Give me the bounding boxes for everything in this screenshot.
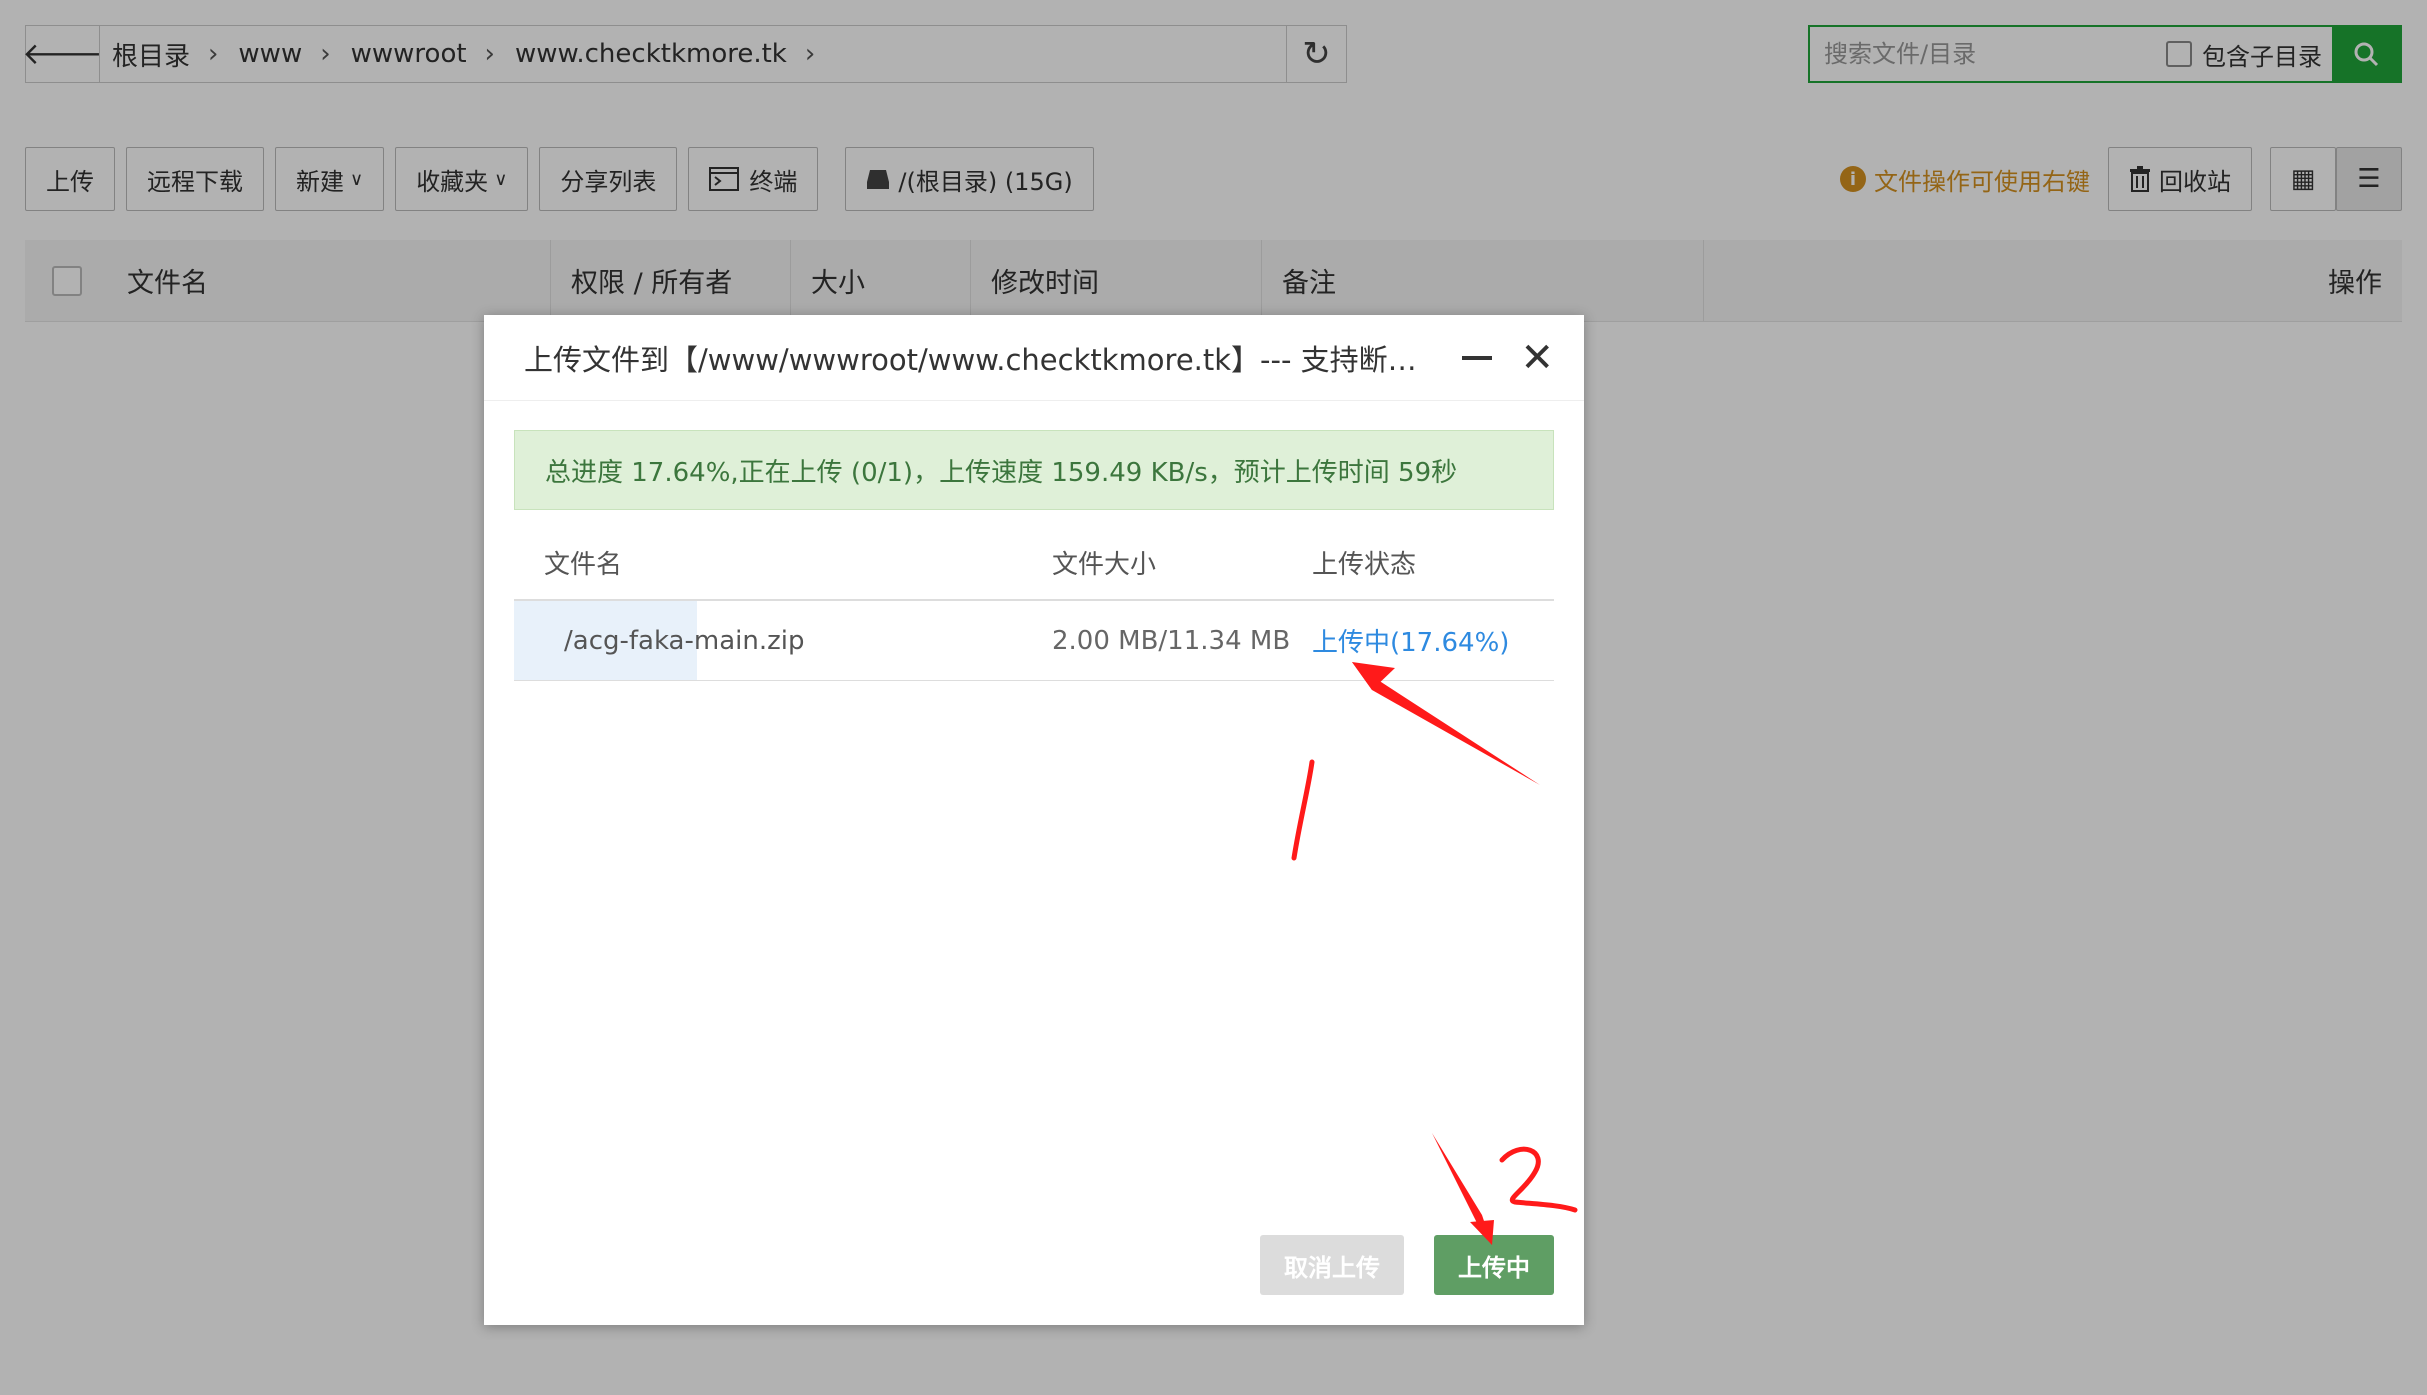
cancel-upload-button[interactable]: 取消上传 [1260, 1235, 1404, 1295]
dialog-title: 上传文件到【/www/wwwroot/www.checktkmore.tk】--… [524, 342, 1433, 377]
minimize-icon[interactable] [1462, 355, 1493, 360]
upload-dialog: 上传文件到【/www/wwwroot/www.checktkmore.tk】--… [484, 315, 1584, 1325]
upload-table-header: 文件名 文件大小 上传状态 [514, 525, 1554, 601]
uploading-button[interactable]: 上传中 [1434, 1235, 1554, 1295]
col-status: 上传状态 [1312, 549, 1417, 580]
overall-progress-banner: 总进度 17.64%,正在上传 (0/1)，上传速度 159.49 KB/s，预… [514, 430, 1554, 510]
close-icon[interactable]: ✕ [1520, 338, 1554, 378]
file-size: 2.00 MB/11.34 MB [1052, 625, 1291, 656]
file-status: 上传中(17.64%) [1312, 628, 1510, 658]
progress-text: 总进度 17.64%,正在上传 (0/1)，上传速度 159.49 KB/s，预… [545, 457, 1458, 488]
table-row: /acg-faka-main.zip 2.00 MB/11.34 MB 上传中(… [514, 601, 1554, 681]
file-name: /acg-faka-main.zip [564, 625, 805, 656]
upload-file-table: 文件名 文件大小 上传状态 /acg-faka-main.zip 2.00 MB… [514, 525, 1554, 681]
col-filesize: 文件大小 [1052, 549, 1157, 580]
dialog-header: 上传文件到【/www/wwwroot/www.checktkmore.tk】--… [484, 315, 1584, 401]
col-filename: 文件名 [544, 549, 623, 580]
